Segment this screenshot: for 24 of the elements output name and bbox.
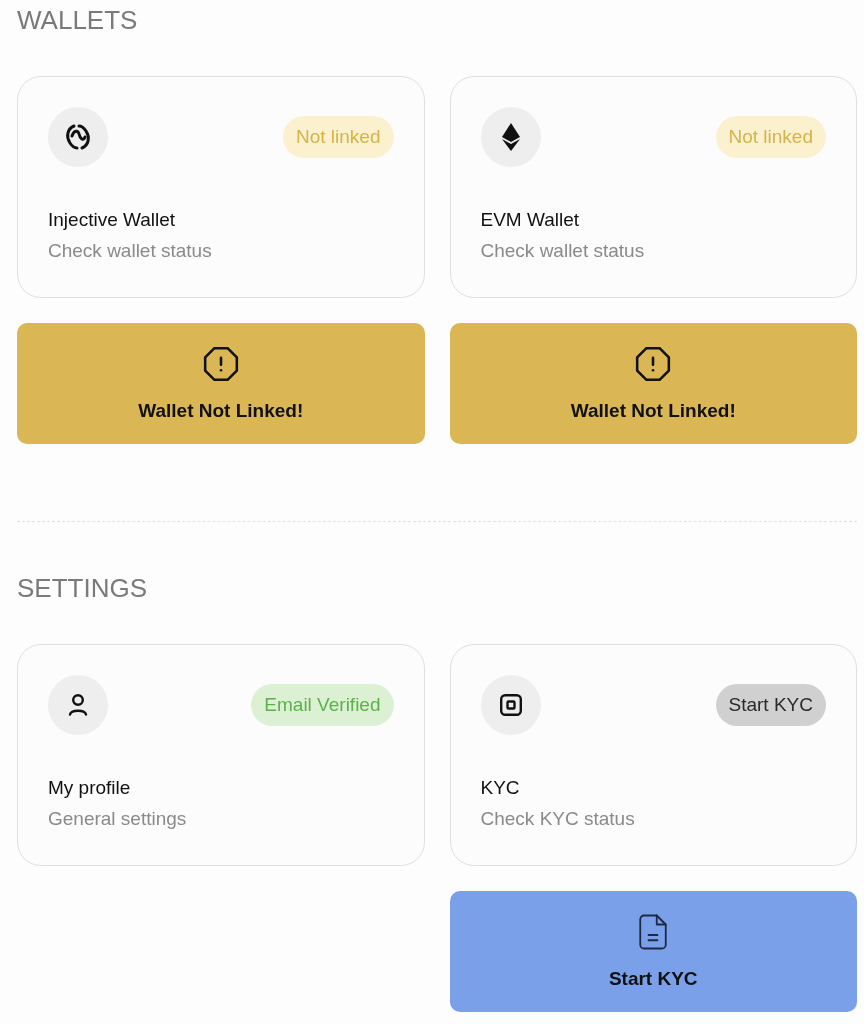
settings-card[interactable]: Start KYC KYC Check KYC status (449, 644, 857, 866)
settings-card[interactable]: Email Verified My profile General settings (17, 644, 425, 866)
settings-card[interactable]: Not linked Injective Wallet Check wallet status (17, 76, 425, 298)
card-subtitle: Check KYC status (480, 807, 635, 831)
card-title: Injective Wallet (48, 208, 176, 232)
action-button[interactable]: Start KYC (449, 891, 857, 1012)
section-heading: WALLETS (17, 4, 138, 36)
status-badge: Not linked (283, 116, 394, 158)
card-title: KYC (480, 776, 520, 800)
section-heading: SETTINGS (17, 572, 147, 604)
settings-card[interactable]: Not linked EVM Wallet Check wallet status (449, 76, 857, 298)
card-title: My profile (48, 776, 131, 800)
status-badge: Email Verified (251, 684, 394, 726)
octagon-alert-icon (634, 344, 673, 383)
card-subtitle: Check wallet status (48, 239, 212, 263)
octagon-alert-icon (201, 344, 240, 383)
action-button[interactable]: Wallet Not Linked! (449, 323, 857, 444)
status-badge: Not linked (715, 116, 826, 158)
card-subtitle: General settings (48, 807, 187, 831)
card-subtitle: Check wallet status (480, 239, 645, 263)
status-badge: Start KYC (715, 684, 826, 726)
action-button[interactable]: Wallet Not Linked! (17, 323, 425, 444)
document-icon (638, 912, 669, 951)
card-title: EVM Wallet (480, 208, 580, 232)
